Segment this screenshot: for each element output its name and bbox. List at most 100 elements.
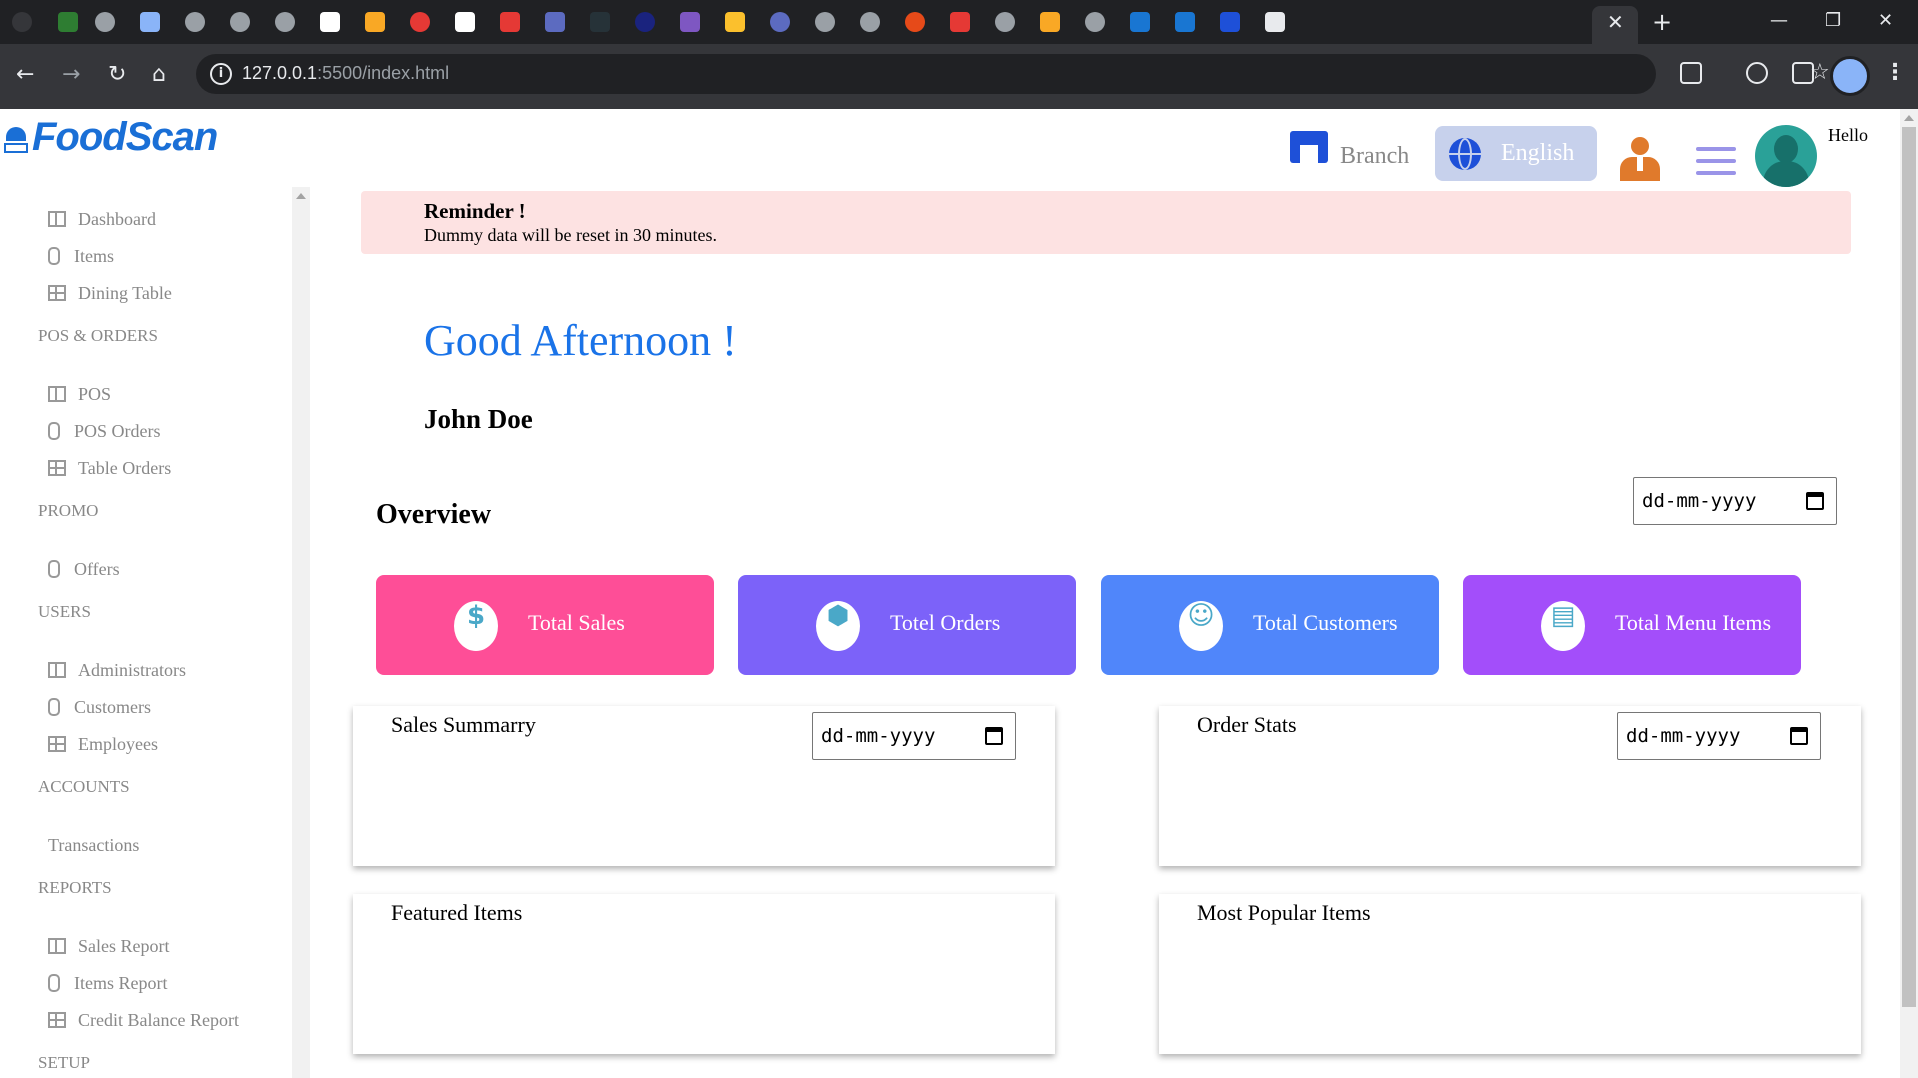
tab-favicon[interactable] <box>905 12 925 32</box>
tab-favicon[interactable] <box>320 12 340 32</box>
browser-menu-icon[interactable]: ⋮ <box>1884 60 1906 85</box>
table-icon <box>48 285 66 301</box>
tab-favicon[interactable] <box>185 12 205 32</box>
tab-favicon[interactable] <box>1040 12 1060 32</box>
calendar-icon[interactable] <box>1790 727 1808 745</box>
tab-favicon[interactable] <box>410 12 430 32</box>
grid-icon <box>48 211 66 227</box>
tab-favicon[interactable] <box>58 12 78 32</box>
back-button[interactable]: ← <box>16 62 34 87</box>
tab-favicon[interactable] <box>1265 12 1285 32</box>
tab-favicon[interactable] <box>230 12 250 32</box>
tab-favicon[interactable] <box>770 12 790 32</box>
tab-favicon[interactable] <box>815 12 835 32</box>
sidebar-scrollbar[interactable] <box>292 187 310 1078</box>
address-bar[interactable]: i 127.0.0.1:5500/index.html ☆ <box>196 54 1830 94</box>
user-profile-icon[interactable] <box>1620 137 1660 181</box>
tab-favicon[interactable] <box>590 12 610 32</box>
stat-card-total-sales[interactable]: $ Total Sales <box>376 575 714 675</box>
extensions-icon[interactable] <box>1680 62 1702 84</box>
restore-button[interactable]: ❐ <box>1825 10 1841 31</box>
reminder-banner: Reminder ! Dummy data will be reset in 3… <box>361 191 1851 254</box>
sidebar-item-credit-balance-report[interactable]: Credit Balance Report <box>48 1008 239 1032</box>
sidebar-item-label: Items <box>74 245 114 266</box>
tab-favicon[interactable] <box>545 12 565 32</box>
scroll-up-arrow-icon[interactable] <box>1904 115 1914 121</box>
scrollbar-thumb[interactable] <box>1902 127 1916 1007</box>
calendar-icon[interactable] <box>1806 492 1824 510</box>
sidebar-item-employees[interactable]: Employees <box>48 732 158 756</box>
store-icon[interactable] <box>1290 131 1328 163</box>
language-button[interactable]: English <box>1435 126 1597 181</box>
featured-items-panel: Featured Items <box>353 894 1055 1054</box>
forward-button[interactable]: → <box>62 62 80 87</box>
sidebar-item-items-report[interactable]: Items Report <box>48 971 167 995</box>
side-panel-icon[interactable] <box>1792 62 1814 84</box>
hamburger-menu-icon[interactable] <box>1696 147 1736 177</box>
url-text[interactable]: 127.0.0.1:5500/index.html <box>242 63 449 84</box>
sidebar-item-label: Dashboard <box>78 208 156 229</box>
tab-favicon[interactable] <box>500 12 520 32</box>
stat-card-total-customers[interactable]: ☺ Total Customers <box>1101 575 1439 675</box>
tab-favicon[interactable] <box>725 12 745 32</box>
sidebar-item-pos-orders[interactable]: POS Orders <box>48 419 161 443</box>
tab-favicon[interactable] <box>995 12 1015 32</box>
tab-favicon[interactable] <box>95 12 115 32</box>
date-placeholder: dd-mm-yyyy <box>821 725 936 747</box>
tab-favicon[interactable] <box>140 12 160 32</box>
panel-title: Featured Items <box>391 900 523 925</box>
stat-icon-circle: $ <box>454 601 498 651</box>
sidebar-item-pos[interactable]: POS <box>48 382 111 406</box>
figma-icon <box>48 422 60 440</box>
sidebar-item-sales-report[interactable]: Sales Report <box>48 934 170 958</box>
figma-icon <box>48 560 60 578</box>
overview-title: Overview <box>376 499 492 530</box>
performance-icon[interactable] <box>1746 62 1768 84</box>
tab-favicon[interactable] <box>680 12 700 32</box>
new-tab-button[interactable]: + <box>1652 8 1672 36</box>
sidebar-item-label: Dining Table <box>78 282 172 303</box>
tab-favicon[interactable] <box>1085 12 1105 32</box>
tab-favicon[interactable] <box>275 12 295 32</box>
figma-icon <box>48 247 60 265</box>
calendar-icon[interactable] <box>985 727 1003 745</box>
order-stats-date-input[interactable]: dd-mm-yyyy <box>1617 712 1821 760</box>
tab-favicon[interactable] <box>1130 12 1150 32</box>
sidebar-item-dashboard[interactable]: Dashboard <box>48 207 156 231</box>
stat-card-total-menu-items[interactable]: ▤ Total Menu Items <box>1463 575 1801 675</box>
sidebar-item-label: Offers <box>74 558 120 579</box>
sidebar-item-items[interactable]: Items <box>48 244 114 268</box>
overview-date-input[interactable]: dd-mm-yyyy <box>1633 477 1837 525</box>
page-scrollbar[interactable] <box>1900 109 1918 1078</box>
reload-button[interactable]: ↻ <box>108 62 126 87</box>
tab-favicon[interactable] <box>455 12 475 32</box>
sidebar-item-customers[interactable]: Customers <box>48 695 151 719</box>
sidebar-item-transactions[interactable]: Transactions <box>48 833 139 857</box>
close-window-button[interactable]: ✕ <box>1878 10 1893 31</box>
tab-favicon[interactable] <box>365 12 385 32</box>
app-logo[interactable]: FoodScan <box>4 115 218 159</box>
sidebar-item-dining-table[interactable]: Dining Table <box>48 281 172 305</box>
stat-card-total-orders[interactable]: ⬢ Totel Orders <box>738 575 1076 675</box>
sidebar-section-label: REPORTS <box>38 878 112 897</box>
sidebar-item-table-orders[interactable]: Table Orders <box>48 456 171 480</box>
table-icon <box>48 736 66 752</box>
sales-summary-date-input[interactable]: dd-mm-yyyy <box>812 712 1016 760</box>
avatar[interactable] <box>1755 125 1817 187</box>
branch-selector[interactable]: Branch <box>1340 143 1409 170</box>
tab-favicon[interactable] <box>635 12 655 32</box>
tab-favicon[interactable] <box>860 12 880 32</box>
minimize-button[interactable]: — <box>1770 10 1788 31</box>
close-tab-icon[interactable]: ✕ <box>1607 10 1624 34</box>
tab-favicon[interactable] <box>950 12 970 32</box>
sidebar-item-label: Sales Report <box>78 935 170 956</box>
sidebar-item-offers[interactable]: Offers <box>48 557 120 581</box>
tab-list-icon[interactable] <box>12 12 32 32</box>
home-button[interactable]: ⌂ <box>152 62 166 87</box>
tab-favicon[interactable] <box>1220 12 1240 32</box>
site-info-icon[interactable]: i <box>210 63 232 85</box>
sidebar-item-administrators[interactable]: Administrators <box>48 658 186 682</box>
scroll-up-arrow-icon[interactable] <box>296 193 306 199</box>
profile-avatar[interactable] <box>1830 56 1870 96</box>
tab-favicon[interactable] <box>1175 12 1195 32</box>
